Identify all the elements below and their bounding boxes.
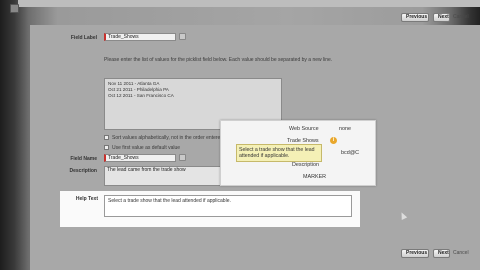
field-label-caption: Field Label xyxy=(70,35,97,41)
next-button-top[interactable]: Next xyxy=(433,13,450,22)
next-button-bottom[interactable]: Next xyxy=(433,249,450,258)
cancel-link-bottom[interactable]: Cancel xyxy=(453,249,469,258)
help-text-input[interactable]: Select a trade show that the lead attend… xyxy=(104,195,352,217)
previous-button-bottom[interactable]: Previous xyxy=(401,249,429,258)
picklist-value: Oct 12 2011 - San Francisco CA xyxy=(108,93,174,98)
field-name-info-icon[interactable] xyxy=(179,154,186,161)
marker-label: MARKER xyxy=(303,174,327,180)
use-first-default-label: Use first value as default value xyxy=(112,145,181,151)
sort-alpha-checkbox[interactable] xyxy=(104,135,109,140)
window-icon xyxy=(10,4,19,13)
web-source-label: Web Source xyxy=(289,126,319,132)
description-preview-label: Description xyxy=(292,162,319,168)
use-first-default-checkbox[interactable] xyxy=(104,145,109,150)
field-name-input[interactable]: Trade_Shows xyxy=(104,154,176,162)
field-label-input[interactable]: Trade_Shows xyxy=(104,33,176,41)
previous-button-top[interactable]: Previous xyxy=(401,13,429,22)
top-band xyxy=(18,0,480,7)
web-source-value: none xyxy=(339,126,351,132)
instructions-text: Please enter the list of values for the … xyxy=(104,57,333,63)
description-caption: Description xyxy=(69,168,97,174)
field-name-caption: Field Name xyxy=(70,156,97,162)
field-label-lookup-icon[interactable] xyxy=(179,33,186,40)
help-tooltip: Select a trade show that the lead attend… xyxy=(236,144,322,162)
email-fragment: bcd@C xyxy=(341,150,360,156)
help-text-caption: Help Text xyxy=(75,196,98,202)
description-input[interactable]: The lead came from the trade show xyxy=(104,166,228,186)
help-text-row: Help Text Select a trade show that the l… xyxy=(60,191,360,227)
sort-alpha-label: Sort values alphabetically, not in the o… xyxy=(112,135,224,141)
help-info-icon[interactable]: i xyxy=(330,137,337,144)
cancel-link-top[interactable]: Cancel xyxy=(453,13,469,22)
